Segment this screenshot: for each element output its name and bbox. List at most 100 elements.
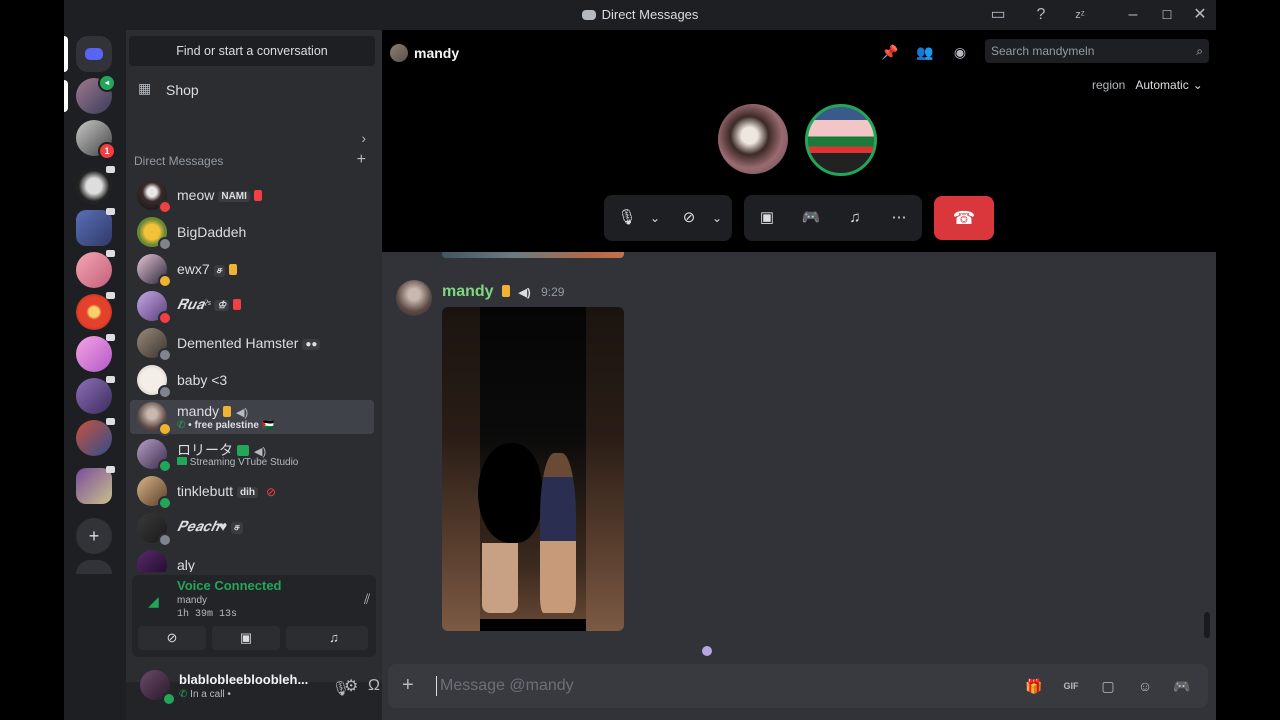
hidden-row: › [134,130,374,148]
selected-pill [64,36,68,72]
custom-status: • free palestine 🇵🇸 [188,420,275,431]
unread-pill [64,80,68,112]
message-header: mandy ◀) 9:29 [442,283,564,301]
sticker-icon[interactable]: ▢ [1098,676,1118,696]
avatar [137,550,167,572]
activity-icon[interactable]: 🎮 [800,207,822,229]
emoji-icon[interactable]: ☺ [1135,676,1155,696]
dm-item-aly[interactable]: aly [130,548,374,572]
soundboard-icon[interactable]: ♫ [844,207,866,229]
connection-icon[interactable]: ◢ [148,593,159,610]
discover-icon[interactable] [76,560,112,574]
inbox-icon[interactable]: ▭ [988,5,1008,25]
dm-item-meow[interactable]: meow NAMI [130,178,374,214]
photo-figure [540,453,576,613]
dm-item-ewx7[interactable]: ewx7 ச [130,252,374,288]
add-server-icon[interactable]: + [76,518,112,554]
search-input[interactable]: Search mandymeln ⌕ [985,39,1209,63]
create-dm-icon[interactable]: + [357,151,366,169]
pin-icon[interactable]: 📌 [880,42,900,62]
region-value: Automatic [1135,78,1189,92]
shop-link[interactable]: ▦ Shop [134,78,374,100]
message-author[interactable]: mandy [442,283,494,300]
voice-status[interactable]: Voice Connected [177,578,282,593]
find-conversation-button[interactable]: Find or start a conversation [129,36,375,66]
server-icon-4[interactable] [76,208,115,246]
mic-chevron-down-icon[interactable]: ⌄ [644,207,666,229]
dm-item-mandy[interactable]: mandy ◀) ✆ • free palestine 🇵🇸 [130,400,374,436]
screenshare-icon[interactable]: ▣ [756,207,778,229]
dm-item-tinklebutt[interactable]: tinklebutt dih ⊘ [130,474,374,510]
dm-item-rirta[interactable]: ロリータ ◀) Streaming VTube Studio [130,437,374,473]
channel-name: mandy [414,45,460,61]
dm-item-rua[interactable]: 𝑹𝒖𝒂ˀˢ ♔ [130,289,374,325]
camera-off-button[interactable]: ⊘ [138,626,206,650]
home-icon[interactable] [76,36,112,72]
call-participant-avatar-2[interactable] [805,104,877,176]
add-friends-icon[interactable]: 👥 [915,42,935,62]
dm-name: ewx7 [177,261,210,277]
channel-avatar [390,44,408,62]
server-icon-6[interactable] [76,292,115,330]
message-input[interactable]: Message @mandy [440,677,574,695]
camera-off-icon[interactable]: ⊘ [678,207,700,229]
server-icon-7[interactable] [76,334,115,372]
server-icon-9[interactable] [76,418,115,456]
search-icon: ⌕ [1196,44,1203,58]
mention-badge: 1 [98,142,116,160]
dm-item-bigdaddeh[interactable]: BigDaddeh [130,215,374,251]
minimize-icon[interactable]: – [1123,5,1143,25]
status-offline-icon [158,348,172,362]
dm-item-peach[interactable]: 𝑷𝒆𝒂𝒄𝒉♥ ச [130,511,374,547]
dm-name: 𝑹𝒖𝒂ˀˢ [177,298,211,313]
message-author-avatar[interactable] [396,280,432,316]
voice-indicator-icon [106,292,115,299]
block-icon: ⊘ [266,485,277,499]
channel-header: mandy [390,44,459,62]
message-composer[interactable]: + Message @mandy 🎁 GIF ▢ ☺ 🎮 [388,664,1208,708]
close-icon[interactable]: ✕ [1190,5,1210,25]
dm-item-baby[interactable]: baby <3 [130,363,374,399]
apps-icon[interactable]: 🎮 [1172,676,1192,696]
scrollbar-thumb[interactable] [1204,612,1210,638]
dm-subtext-row: Streaming VTube Studio [177,457,298,468]
upload-plus-icon[interactable]: + [402,674,414,697]
message-image-attachment[interactable] [442,307,624,631]
discord-logo-icon [85,48,103,60]
camera-chevron-down-icon[interactable]: ⌄ [706,207,728,229]
hangup-button[interactable]: ☎ [934,196,994,240]
screenshare-button[interactable]: ▣ [212,626,280,650]
gif-icon[interactable]: GIF [1061,676,1081,696]
dm-name: aly [177,557,195,572]
speaker-icon: ◀) [236,407,249,419]
gift-icon[interactable]: 🎁 [1024,676,1044,696]
dm-item-demented-hamster[interactable]: Demented Hamster ●● [130,326,374,362]
mobile-icon [502,285,511,297]
previous-attachment[interactable] [442,252,624,258]
noise-suppression-icon[interactable]: ⫽ [364,591,370,608]
speaker-icon: ◀) [518,287,531,299]
server-icon-5[interactable] [76,250,115,288]
maximize-icon[interactable]: ☐ [1157,5,1177,25]
mic-icon[interactable]: 🎙 [616,207,638,229]
chevron-right-icon[interactable]: › [361,130,366,146]
sleep-icon[interactable]: zᶻ [1070,5,1090,25]
call-participant-avatar-1[interactable] [718,104,788,174]
status-dnd-icon [158,311,172,325]
user-profile-icon[interactable]: ◉ [950,42,970,62]
soundboard-button[interactable]: ♫ [300,626,368,650]
server-icon-3[interactable] [76,166,115,204]
help-icon[interactable]: ? [1031,5,1051,25]
more-options-icon[interactable]: ⋯ [888,207,910,229]
headphones-icon[interactable]: Ω [368,677,380,695]
server-icon-1[interactable]: ◂ [76,74,116,114]
server-icon-2[interactable]: 1 [76,120,116,160]
region-selector[interactable]: region Automatic ⌄ [1092,78,1203,92]
dm-name-row: meow NAMI [177,187,262,203]
server-icon-8[interactable] [76,376,115,414]
server-folder-icon[interactable] [76,466,115,504]
settings-gear-icon[interactable]: ⚙ [344,676,358,696]
username[interactable]: blablobleebloobleh... [179,672,308,687]
photo-figure [482,543,518,613]
dm-section-header: Direct Messages + [134,151,374,170]
